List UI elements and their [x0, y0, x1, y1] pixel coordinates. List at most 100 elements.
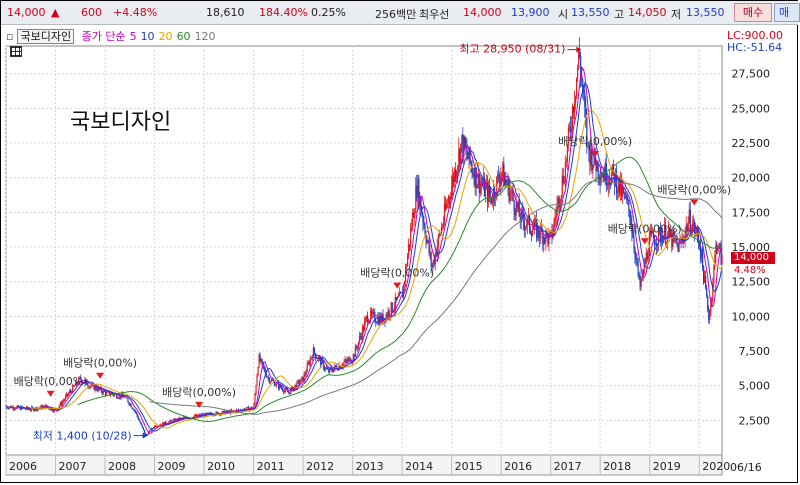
y-tick-label: 17,500	[732, 206, 771, 219]
candle-body	[464, 136, 466, 147]
candle-body	[437, 235, 439, 247]
candle-body	[69, 390, 71, 394]
chart-legend: ▫ 국보디자인 종가 단순 5 10 20 60 120	[6, 28, 220, 44]
y-tick-label: 5,000	[739, 380, 771, 393]
candle-body	[342, 363, 344, 367]
candle-body	[715, 244, 717, 256]
candle-body	[676, 241, 678, 243]
y-tick-label: 12,500	[732, 276, 771, 289]
candle-body	[387, 310, 389, 317]
candle-body	[530, 232, 533, 236]
hc-value: HC:-51.64	[727, 41, 783, 54]
candle-body	[589, 150, 591, 166]
candle-body	[365, 318, 367, 322]
candle-body	[644, 262, 646, 264]
candle-body	[565, 161, 568, 163]
candle-body	[346, 360, 348, 362]
candle-body	[609, 183, 612, 185]
candle-body	[501, 172, 503, 176]
candle-body	[707, 296, 709, 309]
candle-body	[571, 106, 574, 130]
candle-body	[600, 176, 602, 183]
candle-body	[362, 327, 365, 331]
candle-body	[343, 362, 345, 364]
candle-body	[573, 102, 576, 113]
candle-body	[127, 398, 129, 403]
candle-body	[498, 174, 500, 181]
candle-body	[216, 411, 218, 413]
candle-body	[637, 260, 639, 275]
candle-body	[394, 297, 396, 308]
candle-body	[412, 212, 414, 228]
candle-body	[311, 357, 313, 359]
candle-body	[560, 195, 562, 203]
candle-body	[395, 297, 397, 300]
candle-body	[266, 376, 268, 378]
x-tick-label: 2012	[306, 460, 334, 473]
candle-body	[14, 408, 16, 410]
candle-body	[154, 425, 156, 428]
candle-body	[62, 400, 65, 402]
candle-body	[70, 390, 72, 392]
collapse-icon[interactable]: ▫	[6, 30, 13, 43]
candle-body	[345, 359, 347, 361]
candle-body	[255, 385, 257, 395]
candle-body	[509, 192, 511, 202]
candle-body	[5, 406, 7, 408]
candle-body	[371, 310, 373, 315]
candle-body	[686, 224, 688, 232]
candle-body	[407, 255, 409, 267]
candle-body	[348, 357, 350, 359]
candle-body	[8, 407, 10, 409]
candle-body	[636, 258, 638, 261]
ma-20-label: 20	[158, 30, 173, 43]
candle-body	[429, 252, 431, 254]
candle-body	[308, 362, 310, 365]
candle-body	[307, 362, 309, 365]
candle-body	[67, 393, 70, 396]
candle-body	[6, 406, 8, 408]
legend-stock-name[interactable]: 국보디자인	[17, 29, 75, 44]
candle-body	[291, 386, 293, 389]
candle-body	[96, 389, 98, 391]
candle-body	[155, 425, 157, 427]
candle-body	[473, 174, 475, 185]
candle-body	[30, 410, 32, 412]
dividend-annotation: 배당락(0,00%)	[162, 386, 236, 399]
candle-body	[134, 410, 136, 412]
candle-body	[575, 96, 577, 103]
candle-body	[705, 275, 707, 288]
candle-body	[539, 235, 541, 239]
candle-body	[151, 428, 154, 430]
grid-toggle-icon[interactable]	[10, 46, 22, 57]
candle-body	[376, 322, 378, 324]
candle-body	[443, 204, 446, 222]
candle-body	[40, 405, 42, 408]
candle-body	[310, 357, 312, 359]
candle-body	[592, 164, 594, 171]
candle-body	[301, 376, 303, 379]
candle-body	[492, 202, 494, 204]
candle-body	[581, 75, 583, 80]
candle-body	[274, 385, 277, 387]
candle-body	[9, 406, 11, 408]
candle-body	[254, 394, 256, 404]
candle-body	[391, 302, 393, 312]
candle-body	[268, 378, 270, 383]
price-chart[interactable]: 2,5005,0007,50010,00012,50015,00017,5002…	[0, 0, 800, 485]
candle-body	[454, 169, 456, 182]
candle-body	[117, 397, 119, 399]
candle-body	[297, 380, 299, 382]
candle-body	[410, 228, 412, 245]
candle-body	[28, 408, 30, 410]
candle-body	[306, 364, 308, 373]
x-tick-label: 2006	[9, 460, 37, 473]
x-tick-label: 2019	[653, 460, 681, 473]
candle-body	[472, 173, 474, 175]
candle-body	[713, 266, 715, 284]
candle-body	[645, 252, 647, 264]
candle-body	[367, 315, 369, 323]
candle-body	[284, 390, 286, 393]
candle-body	[562, 175, 564, 184]
candle-body	[315, 357, 318, 359]
